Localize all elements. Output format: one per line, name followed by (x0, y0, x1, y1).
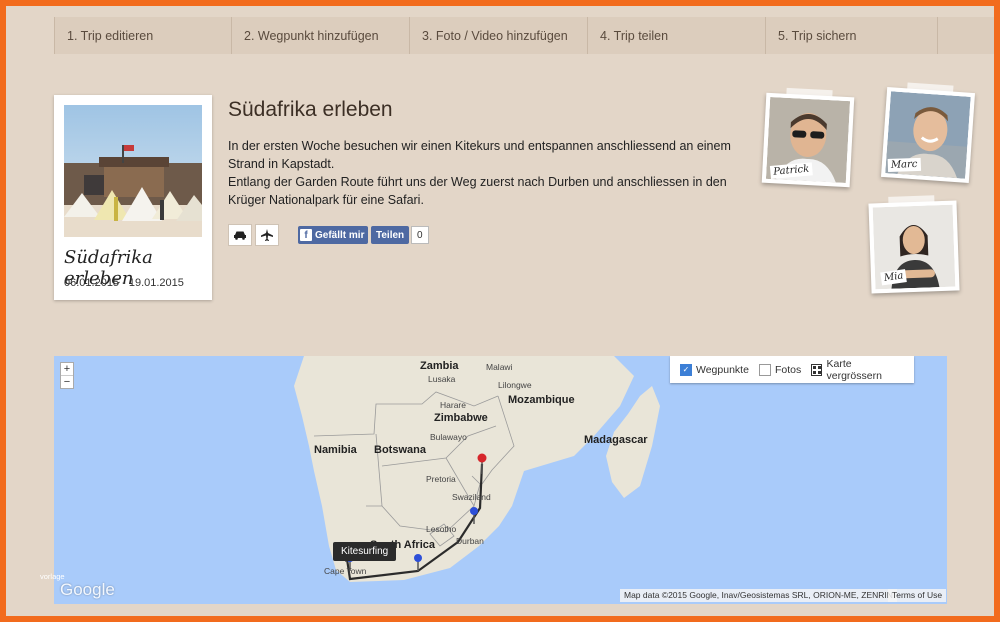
enlarge-map-label: Karte vergrössern (826, 357, 882, 382)
trip-card-dates: 06.01.2015 - 19.01.2015 (64, 277, 184, 289)
nav-step-add-waypoint[interactable]: 2. Wegpunkt hinzufügen (232, 17, 410, 54)
map-zoom-control: + − (60, 362, 74, 389)
map-attribution: Map data ©2015 Google, Inav/Geosistemas … (620, 589, 897, 602)
team-member-name: Marc (887, 157, 921, 172)
google-logo: Google (60, 580, 115, 599)
facebook-share-button[interactable]: Teilen (371, 226, 410, 244)
map-base[interactable] (54, 356, 947, 604)
nav-step-add-media[interactable]: 3. Foto / Video hinzufügen (410, 17, 588, 54)
map-label-cape-town: Cape Town (324, 566, 367, 576)
map-label-harare: Harare (440, 400, 466, 410)
waypoints-toggle[interactable]: ✓ Wegpunkte (680, 363, 749, 376)
checkbox-checked-icon[interactable]: ✓ (680, 363, 692, 376)
trip-description-paragraph-1: In der ersten Woche besuchen wir einen K… (228, 139, 731, 171)
facebook-share-label: Teilen (376, 229, 405, 241)
nav-step-save-trip[interactable]: 5. Trip sichern (766, 17, 938, 54)
facebook-like-button[interactable]: f Gefällt mir (298, 226, 369, 244)
map-label-lusaka: Lusaka (428, 374, 456, 384)
map-label-mozambique: Mozambique (508, 394, 575, 406)
map-label-pretoria: Pretoria (426, 474, 456, 484)
team-member-patrick[interactable]: Patrick (761, 87, 855, 188)
map-label-madagascar: Madagascar (584, 434, 648, 446)
map-label-bulawayo: Bulawayo (430, 432, 467, 442)
trip-card[interactable]: Südafrika erleben 06.01.2015 - 19.01.201… (54, 95, 212, 300)
trip-description: In der ersten Woche besuchen wir einen K… (228, 137, 748, 209)
trip-title: Südafrika erleben (228, 98, 393, 121)
map-label-zimbabwe: Zimbabwe (434, 412, 488, 424)
map-label-zambia: Zambia (420, 360, 459, 372)
step-navigation: 1. Trip editieren 2. Wegpunkt hinzufügen… (54, 17, 994, 54)
terms-of-use-link[interactable]: Terms of Use (888, 589, 947, 602)
enlarge-map-button[interactable]: Karte vergrössern (811, 358, 904, 382)
map-label-swaziland: Swaziland (452, 492, 491, 502)
map-label-lilongwe: Lilongwe (498, 380, 532, 390)
waypoints-toggle-label: Wegpunkte (696, 363, 749, 376)
zoom-in-button[interactable]: + (61, 363, 73, 376)
car-icon[interactable] (228, 224, 252, 246)
watermark: vorlage (40, 572, 65, 581)
zoom-out-button[interactable]: − (61, 376, 73, 388)
facebook-icon: f (300, 229, 312, 241)
checkbox-unchecked-icon[interactable] (758, 363, 771, 376)
map-label-namibia: Namibia (314, 444, 357, 456)
photos-toggle-label: Fotos (774, 363, 802, 376)
page-frame: 1. Trip editieren 2. Wegpunkt hinzufügen… (6, 6, 994, 616)
nav-step-share-trip[interactable]: 4. Trip teilen (588, 17, 766, 54)
map-label-durban: Durban (456, 536, 484, 546)
trip-description-paragraph-2: Entlang der Garden Route führt uns der W… (228, 175, 727, 207)
map-label-botswana: Botswana (374, 444, 426, 456)
map-layer-controls: ✓ Wegpunkte Fotos Karte vergrössern (670, 356, 914, 383)
trip-map[interactable]: Zambia Malawi Lusaka Lilongwe Harare Zim… (54, 356, 947, 604)
facebook-like-label: Gefällt mir (315, 229, 365, 241)
map-label-lesotho: Lesotho (426, 524, 457, 534)
photos-toggle[interactable]: Fotos (758, 363, 802, 376)
map-label-malawi: Malawi (486, 362, 513, 372)
nav-step-edit-trip[interactable]: 1. Trip editieren (54, 17, 232, 54)
plane-icon[interactable] (255, 224, 279, 246)
share-count: 0 (411, 226, 429, 244)
waypoint-tooltip: Kitesurfing (333, 542, 397, 561)
enlarge-map-icon (811, 363, 823, 376)
team-member-marc[interactable]: Marc (880, 82, 976, 183)
team-member-mia[interactable]: Mia (868, 195, 960, 294)
trip-cover-photo (64, 105, 202, 237)
